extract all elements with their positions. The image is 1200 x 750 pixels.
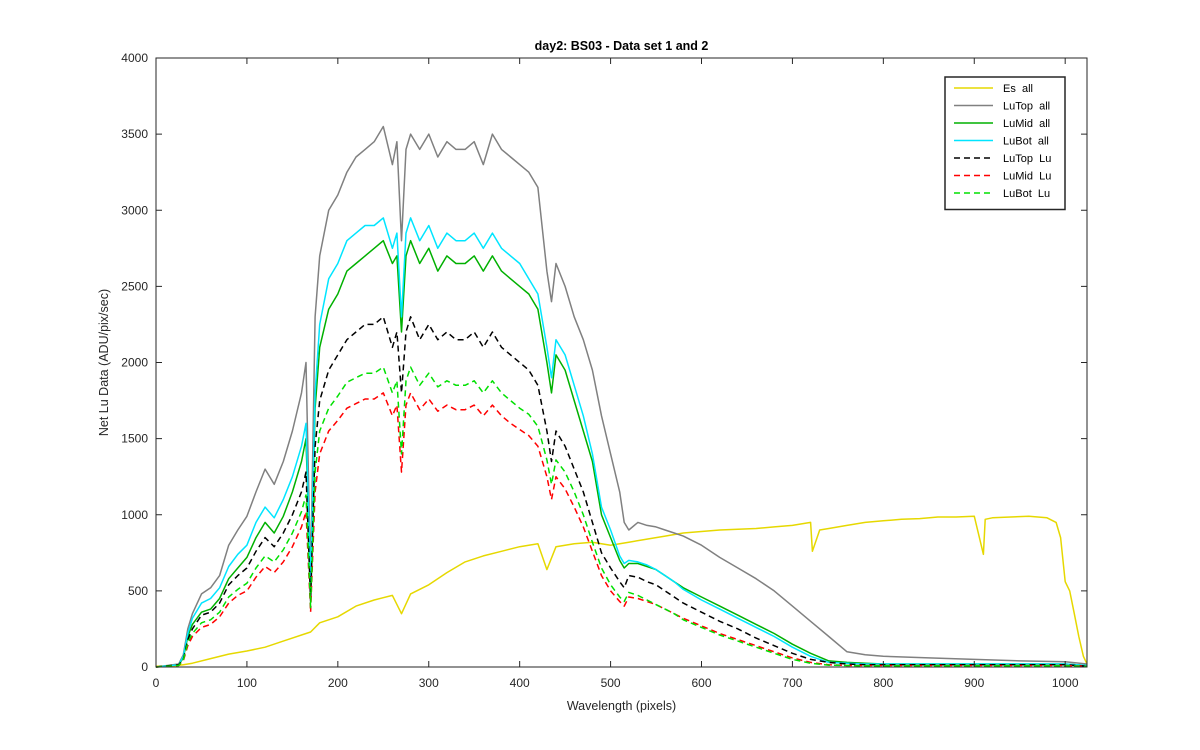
x-tick-label: 200 — [328, 676, 348, 690]
legend-entry-lubot-all: LuBot all — [1003, 136, 1049, 148]
y-tick-label: 0 — [141, 660, 148, 674]
chart-title: day2: BS03 - Data set 1 and 2 — [535, 39, 709, 53]
legend-entry-lumid-all: LuMid all — [1003, 118, 1050, 130]
x-tick-label: 300 — [419, 676, 439, 690]
x-tick-label: 800 — [873, 676, 893, 690]
x-tick-label: 0 — [153, 676, 160, 690]
x-tick-label: 600 — [691, 676, 711, 690]
x-tick-label: 1000 — [1052, 676, 1079, 690]
y-tick-label: 1500 — [121, 432, 148, 446]
legend-entry-es-all: Es all — [1003, 83, 1033, 95]
legend-entry-lumid-lu: LuMid Lu — [1003, 171, 1051, 183]
x-tick-label: 500 — [601, 676, 621, 690]
x-axis-label: Wavelength (pixels) — [567, 699, 676, 713]
y-tick-label: 2500 — [121, 279, 148, 293]
x-tick-label: 100 — [237, 676, 257, 690]
legend-entry-lutop-lu: LuTop Lu — [1003, 153, 1051, 165]
y-tick-label: 1000 — [121, 508, 148, 522]
y-tick-label: 3500 — [121, 127, 148, 141]
legend-entry-lutop-all: LuTop all — [1003, 101, 1050, 113]
legend-entry-lubot-lu: LuBot Lu — [1003, 188, 1050, 200]
y-tick-label: 2000 — [121, 356, 148, 370]
y-axis-label: Net Lu Data (ADU/pix/sec) — [97, 289, 111, 436]
legend: Es all LuTop all LuMid all LuBot all LuTop L… — [944, 76, 1066, 211]
x-tick-label: 700 — [782, 676, 802, 690]
x-tick-label: 400 — [510, 676, 530, 690]
line-chart: 0 100 200 300 400 500 600 700 800 900 1000 0 500 1000… — [0, 0, 1200, 750]
y-tick-label: 4000 — [121, 51, 148, 65]
y-tick-label: 3000 — [121, 203, 148, 217]
x-tick-label: 900 — [964, 676, 984, 690]
y-tick-label: 500 — [128, 584, 148, 598]
